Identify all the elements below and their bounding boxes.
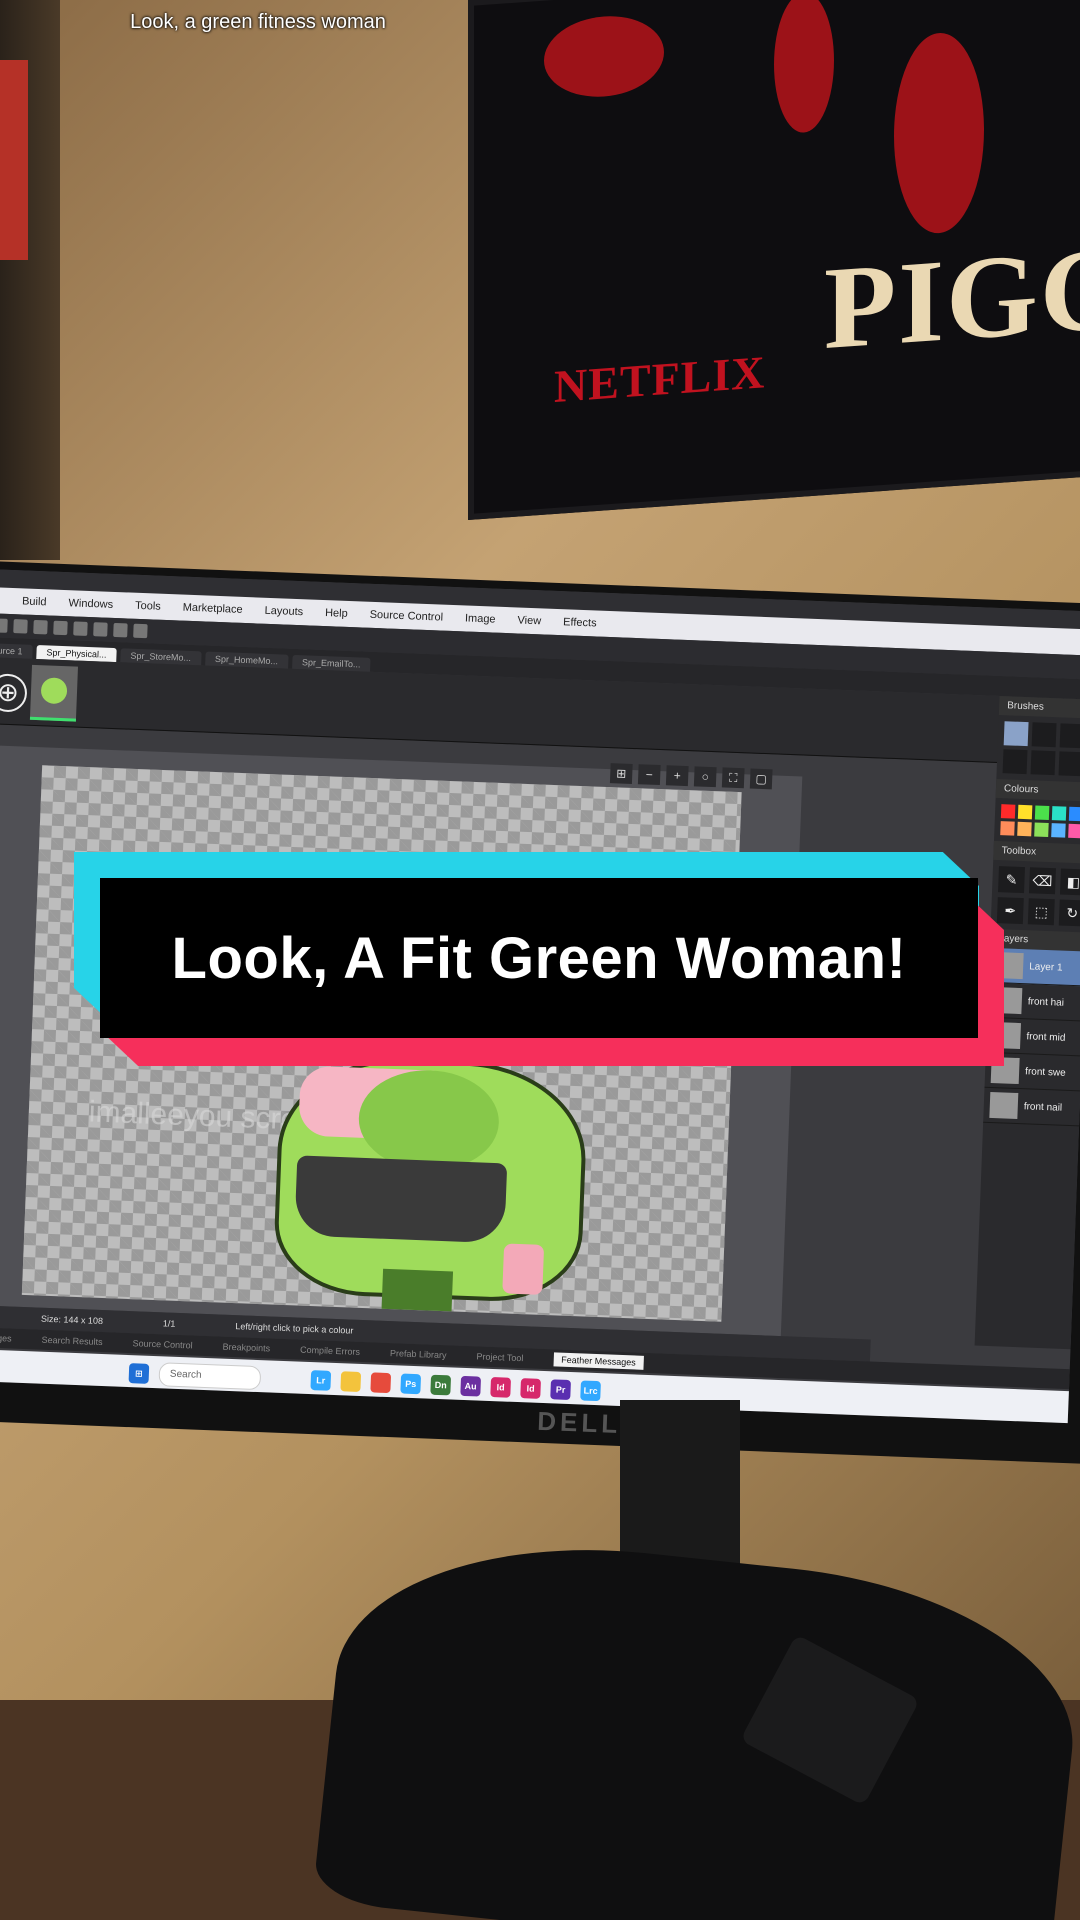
chrome-icon[interactable] [370, 1372, 392, 1394]
menu-item[interactable]: View [517, 614, 541, 627]
brush-swatch[interactable] [1003, 721, 1029, 747]
thumbnail-character [40, 677, 68, 705]
colour-swatch[interactable] [1051, 806, 1067, 821]
layer-name: Layer 1 [1028, 960, 1063, 974]
incopy-icon[interactable]: Id [520, 1378, 541, 1399]
fit-icon[interactable]: ⛶ [721, 767, 745, 789]
frame-thumbnail[interactable] [29, 664, 78, 722]
layer-name: front swe [1024, 1065, 1066, 1079]
colour-swatch[interactable] [1000, 821, 1015, 836]
menu-item[interactable]: Effects [563, 616, 597, 629]
toolbar-button[interactable] [13, 619, 28, 634]
brush-grid [996, 715, 1080, 783]
menu-item[interactable]: Build [22, 595, 47, 608]
colour-swatch[interactable] [1017, 804, 1033, 820]
menu-item[interactable]: Image [465, 612, 496, 625]
menu-item[interactable]: Source Control [369, 609, 443, 624]
tool-grid: ✎ ⌫ ◧ ✒ ⬚ ↻ [991, 860, 1080, 933]
menu-item[interactable]: Tools [135, 600, 161, 613]
blood-splat [544, 12, 664, 101]
premiere-icon[interactable]: Pr [550, 1379, 571, 1401]
colour-swatch[interactable] [1017, 821, 1032, 837]
menu-item[interactable]: Help [325, 607, 348, 620]
colour-palette [994, 798, 1080, 845]
colour-swatch[interactable] [1034, 805, 1050, 820]
audition-icon[interactable]: Au [460, 1375, 482, 1397]
brush-swatch[interactable] [1031, 722, 1057, 748]
blood-splat [894, 29, 984, 237]
photoshop-icon[interactable]: Ps [400, 1373, 422, 1395]
blood-splat [774, 0, 834, 135]
layer-thumbnail [989, 1091, 1019, 1120]
brush-swatch[interactable] [1002, 749, 1028, 775]
left-poster-edge [0, 60, 28, 260]
view-icon[interactable]: ▢ [749, 768, 773, 790]
menu-item[interactable]: Marketplace [183, 602, 243, 616]
character-shorts [294, 1155, 508, 1244]
toolbar-button[interactable] [93, 622, 108, 637]
tab-prefab-library[interactable]: Prefab Library [390, 1348, 447, 1360]
status-size: Size: 144 x 108 [40, 1313, 104, 1327]
monitor-logo: DELL [536, 1405, 622, 1440]
toolbar-button[interactable] [53, 620, 68, 636]
toolbar-button[interactable] [73, 621, 88, 636]
grid-icon[interactable]: ⊞ [609, 763, 633, 784]
zoom-out-icon[interactable]: − [637, 764, 661, 786]
toolbar-button[interactable] [0, 618, 8, 633]
lightroom-icon[interactable]: Lr [310, 1370, 332, 1391]
taskbar-search[interactable]: Search [158, 1362, 262, 1391]
tab-messages[interactable]: er messages [0, 1332, 12, 1344]
status-hint: Left/right click to pick a colour [235, 1321, 354, 1336]
dimension-icon[interactable]: Dn [430, 1374, 452, 1396]
layer-name: front nail [1023, 1100, 1063, 1114]
tab-feather-messages[interactable]: Feather Messages [553, 1352, 645, 1370]
folder-icon[interactable] [340, 1371, 362, 1392]
brush-swatch[interactable] [1058, 751, 1080, 777]
toolbar-button[interactable] [113, 622, 128, 638]
colour-swatch[interactable] [1034, 822, 1049, 837]
character-hand [502, 1243, 545, 1295]
colour-swatch[interactable] [1000, 804, 1016, 819]
zoom-reset-icon[interactable]: ○ [693, 766, 717, 788]
brush-swatch[interactable] [1059, 723, 1080, 749]
banner-text: Look, A Fit Green Woman! [100, 878, 978, 1038]
layer-name: front mid [1026, 1030, 1066, 1044]
brush-swatch[interactable] [1030, 750, 1056, 776]
layer-name: front hai [1027, 995, 1065, 1009]
tab-breakpoints[interactable]: Breakpoints [222, 1342, 270, 1354]
windows-start-icon[interactable]: ⊞ [128, 1363, 150, 1384]
tab-source[interactable]: ource 1 [0, 642, 33, 659]
tab-compile-errors[interactable]: Compile Errors [300, 1345, 360, 1357]
select-icon[interactable]: ⬚ [1027, 898, 1055, 926]
add-frame-button[interactable]: ⊕ [0, 673, 28, 713]
layer-row[interactable]: front nail [983, 1087, 1080, 1127]
fill-icon[interactable]: ◧ [1059, 868, 1080, 896]
tab-project-tool[interactable]: Project Tool [476, 1351, 523, 1363]
zoom-in-icon[interactable]: + [665, 765, 689, 787]
character-feet [381, 1268, 454, 1312]
poster-brand: NETFLIX [554, 346, 766, 412]
tab-search-results[interactable]: Search Results [41, 1335, 102, 1347]
toolbar-button[interactable] [133, 623, 148, 639]
indesign-icon[interactable]: Id [490, 1376, 512, 1398]
top-caption: Look, a green fitness woman [130, 11, 386, 33]
menu-item[interactable]: Windows [68, 597, 113, 611]
rotate-icon[interactable]: ↻ [1058, 899, 1080, 927]
lightroom-classic-icon[interactable]: Lrc [580, 1380, 601, 1402]
colour-swatch[interactable] [1068, 806, 1080, 822]
eraser-icon[interactable]: ⌫ [1028, 867, 1056, 895]
poster-title: PIGG [824, 221, 1080, 375]
title-banner: Look, A Fit Green Woman! [74, 852, 1004, 1066]
zoom-toolbar: ⊞ − + ○ ⛶ ▢ [609, 763, 773, 790]
menu-item[interactable]: Layouts [264, 605, 303, 618]
colour-swatch[interactable] [1068, 823, 1080, 839]
photo-scene: NETFLIX PIGG dit Build Windows Tools Mar… [0, 0, 1080, 1920]
netflix-poster: NETFLIX PIGG [468, 0, 1080, 521]
toolbar-button[interactable] [33, 619, 48, 635]
status-frame: 1/1 [162, 1318, 176, 1329]
colour-swatch[interactable] [1051, 823, 1066, 838]
tab-source-control[interactable]: Source Control [132, 1338, 192, 1350]
